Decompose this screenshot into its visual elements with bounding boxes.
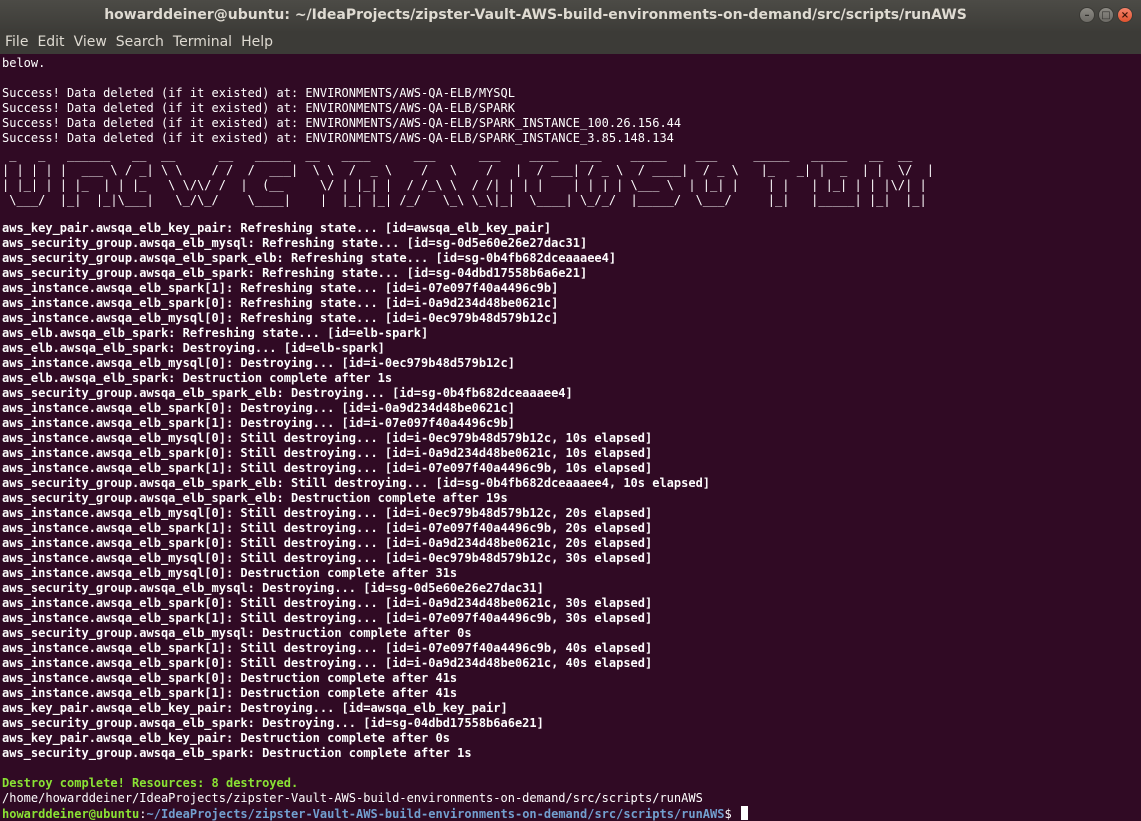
log-line: aws_elb.awsqa_elb_spark: Destroying... […	[2, 341, 385, 355]
log-line: aws_instance.awsqa_elb_mysql[0]: Destroy…	[2, 356, 515, 370]
log-line: aws_instance.awsqa_elb_mysql[0]: Still d…	[2, 431, 653, 445]
log-line: aws_key_pair.awsqa_elb_key_pair: Destruc…	[2, 731, 450, 745]
close-button[interactable]: ×	[1117, 7, 1133, 23]
log-line: aws_security_group.awsqa_elb_spark_elb: …	[2, 476, 711, 490]
log-line: aws_instance.awsqa_elb_spark[1]: Still d…	[2, 521, 653, 535]
log-line: aws_instance.awsqa_elb_mysql[0]: Destruc…	[2, 566, 458, 580]
log-line: aws_key_pair.awsqa_elb_key_pair: Destroy…	[2, 701, 508, 715]
log-line: aws_instance.awsqa_elb_spark[0]: Still d…	[2, 656, 653, 670]
minimize-button[interactable]: –	[1079, 7, 1095, 23]
log-line: aws_instance.awsqa_elb_spark[1]: Still d…	[2, 641, 653, 655]
terminal-line: Success! Data deleted (if it existed) at…	[2, 86, 515, 100]
terminal-line: below.	[2, 56, 46, 70]
menu-search[interactable]: Search	[116, 31, 171, 54]
log-line: aws_instance.awsqa_elb_mysql[0]: Refresh…	[2, 311, 559, 325]
prompt-path: ~/IdeaProjects/zipster-Vault-AWS-build-e…	[146, 807, 725, 821]
log-line: aws_security_group.awsqa_elb_spark: Dest…	[2, 746, 472, 760]
log-line: aws_instance.awsqa_elb_spark[1]: Refresh…	[2, 281, 559, 295]
ascii-banner: _ _ ______ __ __ __ _____ __ ____ ___ __…	[2, 148, 934, 207]
menu-file[interactable]: File	[5, 31, 35, 54]
destroy-summary: Destroy complete! Resources: 8 destroyed…	[2, 776, 299, 790]
log-line: aws_instance.awsqa_elb_spark[0]: Refresh…	[2, 296, 559, 310]
log-line: aws_security_group.awsqa_elb_mysql: Dest…	[2, 626, 472, 640]
log-line: aws_security_group.awsqa_elb_mysql: Refr…	[2, 236, 588, 250]
log-line: aws_security_group.awsqa_elb_spark_elb: …	[2, 251, 617, 265]
prompt-separator: :	[139, 807, 147, 821]
menu-edit[interactable]: Edit	[37, 31, 71, 54]
menu-view[interactable]: View	[74, 31, 114, 54]
log-line: aws_security_group.awsqa_elb_mysql: Dest…	[2, 581, 544, 595]
window-titlebar: howarddeiner@ubuntu: ~/IdeaProjects/zips…	[0, 0, 1141, 31]
log-line: aws_instance.awsqa_elb_spark[1]: Still d…	[2, 611, 653, 625]
log-line: aws_instance.awsqa_elb_spark[0]: Still d…	[2, 536, 653, 550]
log-line: aws_elb.awsqa_elb_spark: Refreshing stat…	[2, 326, 429, 340]
prompt-symbol: $	[724, 807, 739, 821]
log-line: aws_security_group.awsqa_elb_spark: Refr…	[2, 266, 588, 280]
cwd-line: /home/howarddeiner/IdeaProjects/zipster-…	[2, 791, 703, 805]
log-line: aws_instance.awsqa_elb_mysql[0]: Still d…	[2, 506, 653, 520]
terminal-output[interactable]: below. Success! Data deleted (if it exis…	[0, 54, 1141, 821]
menu-terminal[interactable]: Terminal	[173, 31, 239, 54]
log-line: aws_instance.awsqa_elb_spark[1]: Still d…	[2, 461, 653, 475]
terminal-line: Success! Data deleted (if it existed) at…	[2, 101, 515, 115]
log-line: aws_instance.awsqa_elb_spark[0]: Destroy…	[2, 401, 515, 415]
log-line: aws_instance.awsqa_elb_spark[0]: Still d…	[2, 446, 653, 460]
maximize-button[interactable]: □	[1098, 7, 1114, 23]
log-line: aws_elb.awsqa_elb_spark: Destruction com…	[2, 371, 393, 385]
window-title: howarddeiner@ubuntu: ~/IdeaProjects/zips…	[104, 7, 967, 23]
shell-prompt[interactable]: howarddeiner@ubuntu:~/IdeaProjects/zipst…	[2, 806, 748, 821]
text-cursor	[740, 806, 748, 820]
terminal-scrollbar[interactable]	[1137, 54, 1141, 821]
log-line: aws_instance.awsqa_elb_mysql[0]: Still d…	[2, 551, 653, 565]
log-line: aws_instance.awsqa_elb_spark[1]: Destruc…	[2, 686, 458, 700]
log-line: aws_key_pair.awsqa_elb_key_pair: Refresh…	[2, 221, 552, 235]
log-line: aws_instance.awsqa_elb_spark[1]: Destroy…	[2, 416, 515, 430]
log-line: aws_security_group.awsqa_elb_spark: Dest…	[2, 716, 544, 730]
log-line: aws_security_group.awsqa_elb_spark_elb: …	[2, 491, 508, 505]
log-line: aws_security_group.awsqa_elb_spark_elb: …	[2, 386, 573, 400]
menu-bar: File Edit View Search Terminal Help	[0, 31, 1141, 54]
window-controls: – □ ×	[1079, 7, 1133, 23]
log-line: aws_instance.awsqa_elb_spark[0]: Destruc…	[2, 671, 458, 685]
log-line: aws_instance.awsqa_elb_spark[0]: Still d…	[2, 596, 653, 610]
menu-help[interactable]: Help	[241, 31, 280, 54]
terminal-line: Success! Data deleted (if it existed) at…	[2, 131, 674, 145]
prompt-user: howarddeiner@ubuntu	[2, 807, 140, 821]
terminal-line: Success! Data deleted (if it existed) at…	[2, 116, 682, 130]
